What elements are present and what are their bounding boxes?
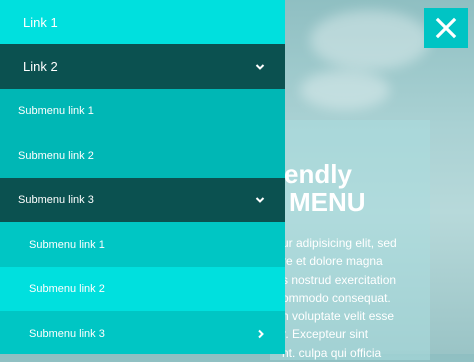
hero-text-line: s nostrud exercitation (282, 272, 397, 287)
hero-text: ur adipisicing elit, sed re et dolore ma… (282, 234, 432, 362)
menu-item-label: Submenu link 1 (18, 105, 94, 117)
chevron-down-icon (255, 197, 265, 203)
submenu-link-3[interactable]: Submenu link 3 (0, 178, 285, 222)
hero-text-line: n voluptate velit esse (282, 309, 395, 324)
hero-text-line: r. Excepteur sint (282, 327, 369, 342)
menu-item-label: Link 1 (23, 14, 58, 30)
menu-link-1[interactable]: Link 1 (0, 0, 285, 44)
menu-item-label: Submenu link 2 (18, 149, 94, 162)
chevron-down-icon (255, 63, 265, 70)
hero-text-line: ommodo consequat. (282, 290, 391, 305)
chevron-right-icon (258, 329, 264, 338)
nested-submenu-link-3[interactable]: Submenu link 3 (0, 311, 285, 354)
menu-item-label: Submenu link 1 (29, 238, 105, 251)
menu-item-label: Submenu link 2 (29, 283, 105, 295)
hero-text-line: re et dolore magna (282, 254, 383, 269)
nested-submenu-link-1[interactable]: Submenu link 1 (0, 222, 285, 267)
hero-text-line: ur adipisicing elit, sed (282, 236, 397, 250)
menu-item-label: Submenu link 3 (29, 327, 105, 340)
submenu-link-2[interactable]: Submenu link 2 (0, 133, 285, 178)
menu-link-2[interactable]: Link 2 (0, 44, 285, 89)
hero-text-line: nt. culpa qui officia (282, 345, 382, 360)
submenu-link-1[interactable]: Submenu link 1 (0, 89, 285, 133)
nested-submenu-link-2[interactable]: Submenu link 2 (0, 267, 285, 311)
close-button[interactable] (424, 8, 468, 48)
menu-item-label: Link 2 (23, 59, 58, 74)
side-menu: Link 1 Link 2 Submenu link 1 Submenu lin… (0, 0, 285, 354)
menu-item-label: Submenu link 3 (18, 194, 94, 206)
close-icon (435, 17, 457, 39)
